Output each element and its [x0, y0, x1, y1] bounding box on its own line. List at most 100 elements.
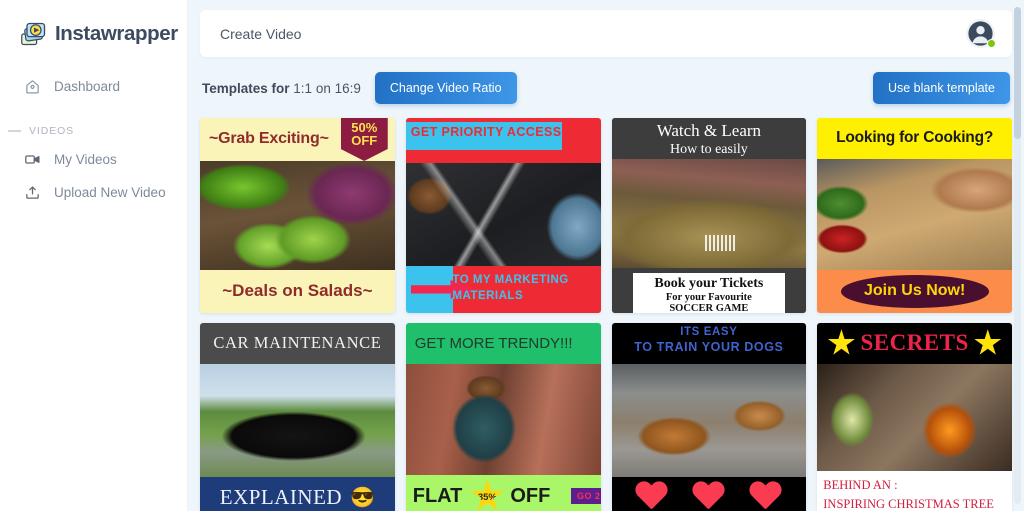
cutting-board-cooking-photo: [817, 158, 1012, 270]
card-header-line2: TO TRAIN YOUR DOGS: [634, 339, 784, 354]
card-footer-line1: Book your Tickets: [654, 275, 764, 291]
card-footer: TO MY MARKETING MATERIALS: [405, 266, 601, 313]
soccer-stadium-photo: [611, 158, 807, 268]
card-header-line1: ITS EASY: [680, 325, 738, 338]
card-footer-word1: FLAT: [412, 484, 463, 507]
sidebar-nav: Dashboard VIDEOS My Videos Upload New Vi…: [0, 70, 187, 209]
star-icon: 35%: [471, 479, 504, 511]
heart-icon: [692, 482, 725, 511]
black-convertible-car-photo: [200, 363, 395, 477]
card-header: SECRETS: [817, 322, 1012, 364]
avatar[interactable]: [965, 18, 996, 49]
discount-ribbon: 50% OFF: [340, 118, 388, 161]
cucumber-salad-photo: [200, 160, 395, 270]
card-footer-line3: SOCCER GAME: [669, 302, 749, 313]
video-camera-icon: [24, 151, 41, 168]
section-dash-icon: [8, 130, 21, 132]
card-image: [611, 158, 807, 268]
star-icon: [828, 329, 855, 355]
card-footer: EXPLAINED 😎: [200, 476, 395, 511]
card-footer-line2: INSPIRING CHRISTMAS TREE: [823, 496, 994, 511]
templates-label: Templates for: [202, 80, 290, 96]
heart-icon: [635, 482, 668, 511]
discount-percent: 35%: [477, 491, 497, 503]
page-title: Create Video: [220, 25, 302, 42]
sub-bar: Templates for 1:1 on 16:9 Change Video R…: [200, 72, 1012, 104]
template-card-cooking[interactable]: Looking for Cooking? Join Us Now!: [817, 118, 1012, 313]
vertical-scrollbar[interactable]: [1014, 7, 1021, 504]
card-header: Watch & Learn How to easily: [611, 118, 807, 159]
card-image: [200, 363, 395, 477]
card-footer-text: Join Us Now!: [840, 275, 989, 308]
card-header: GET PRIORITY ACCESS: [405, 118, 601, 163]
sidebar-item-label: My Videos: [54, 152, 117, 167]
card-footer: Book your Tickets For your Favourite SOC…: [611, 267, 807, 313]
christmas-tree-fireplace-photo: [817, 363, 1012, 471]
template-card-salad[interactable]: ~Grab Exciting~ 50% OFF ~Deals on Salads…: [200, 118, 395, 313]
star-icon: [974, 329, 1002, 355]
brand[interactable]: Instawrapper: [0, 14, 187, 48]
top-bar: Create Video: [200, 10, 1012, 57]
sidebar-item-label: Dashboard: [54, 79, 121, 94]
app-root: Instawrapper Dashboard VIDEOS My Videos …: [0, 0, 1024, 511]
card-header-line1: Watch & Learn: [656, 121, 762, 140]
scrollbar-thumb[interactable]: [1014, 7, 1021, 139]
template-card-marketing[interactable]: GET PRIORITY ACCESS TO MY MARKETING MATE…: [405, 118, 601, 313]
ribbon-line2: OFF: [351, 133, 378, 149]
card-header-text: GET MORE TRENDY!!!: [414, 334, 573, 352]
card-image: [405, 162, 601, 267]
sidebar-section-label: VIDEOS: [29, 125, 75, 137]
home-icon: [24, 78, 41, 95]
footer-box: Book your Tickets For your Favourite SOC…: [632, 272, 785, 313]
template-card-dogs[interactable]: ITS EASY TO TRAIN YOUR DOGS: [611, 322, 807, 511]
card-image: [405, 363, 601, 475]
card-image: [611, 363, 807, 477]
sunglasses-emoji-icon: 😎: [350, 486, 375, 509]
heart-icon: [749, 482, 782, 511]
puppy-mirror-photo: [611, 363, 807, 477]
card-header-text: GET PRIORITY ACCESS: [410, 125, 562, 140]
card-header-text: ~Grab Exciting~: [209, 130, 329, 148]
card-header: CAR MAINTENANCE: [200, 322, 395, 364]
template-card-soccer[interactable]: Watch & Learn How to easily Book your Ti…: [611, 118, 807, 313]
card-header: Looking for Cooking?: [817, 118, 1012, 159]
card-header-line2: How to easily: [669, 142, 748, 157]
card-footer-word2: OFF: [510, 484, 551, 507]
sidebar-section-videos: VIDEOS: [0, 125, 187, 137]
use-blank-template-button[interactable]: Use blank template: [872, 72, 1010, 104]
ribbon-line1: 50%: [351, 120, 378, 135]
change-video-ratio-button[interactable]: Change Video Ratio: [374, 72, 517, 104]
sidebar-item-my-videos[interactable]: My Videos: [0, 143, 187, 176]
card-footer: Join Us Now!: [817, 269, 1012, 313]
template-card-trendy[interactable]: GET MORE TRENDY!!! FLAT 35% OFF GO 2: [405, 322, 601, 511]
card-footer-text: EXPLAINED: [219, 484, 343, 509]
marketing-brochure-photo: [405, 162, 601, 267]
card-header: ITS EASY TO TRAIN YOUR DOGS: [611, 322, 807, 364]
card-header-text: Looking for Cooking?: [836, 129, 994, 147]
card-footer-text: ~Deals on Salads~: [222, 281, 373, 301]
card-image: [817, 158, 1012, 270]
sub-bar-left: Templates for 1:1 on 16:9 Change Video R…: [202, 72, 517, 104]
templates-label-group: Templates for 1:1 on 16:9: [202, 81, 361, 96]
card-footer-line1: BEHIND AN :: [823, 477, 898, 492]
card-footer: BEHIND AN : INSPIRING CHRISTMAS TREE: [817, 470, 1012, 511]
card-footer-text: TO MY MARKETING MATERIALS: [452, 273, 569, 303]
card-header-text: SECRETS: [860, 330, 969, 356]
card-image: [817, 363, 1012, 471]
sidebar-item-label: Upload New Video: [54, 185, 166, 200]
brand-name: Instawrapper: [55, 22, 178, 45]
template-card-christmas[interactable]: SECRETS BEHIND AN : INSPIRING CHRISTMAS …: [817, 322, 1012, 511]
fashion-woman-brick-wall-photo: [405, 363, 601, 475]
sidebar-item-dashboard[interactable]: Dashboard: [0, 70, 187, 103]
sidebar-item-upload-new-video[interactable]: Upload New Video: [0, 176, 187, 209]
sidebar: Instawrapper Dashboard VIDEOS My Videos …: [0, 0, 188, 511]
template-card-car[interactable]: CAR MAINTENANCE EXPLAINED 😎: [200, 322, 395, 511]
upload-icon: [24, 184, 41, 201]
template-grid: ~Grab Exciting~ 50% OFF ~Deals on Salads…: [200, 118, 1012, 511]
main-content: Create Video Templates for 1:1 on 16:9 C…: [188, 0, 1024, 511]
card-footer: [611, 476, 807, 511]
card-image: [200, 160, 395, 270]
video-ratio-value: 1:1 on 16:9: [293, 80, 361, 96]
card-footer: FLAT 35% OFF GO 2: [405, 474, 601, 511]
card-footer: ~Deals on Salads~: [200, 269, 395, 313]
